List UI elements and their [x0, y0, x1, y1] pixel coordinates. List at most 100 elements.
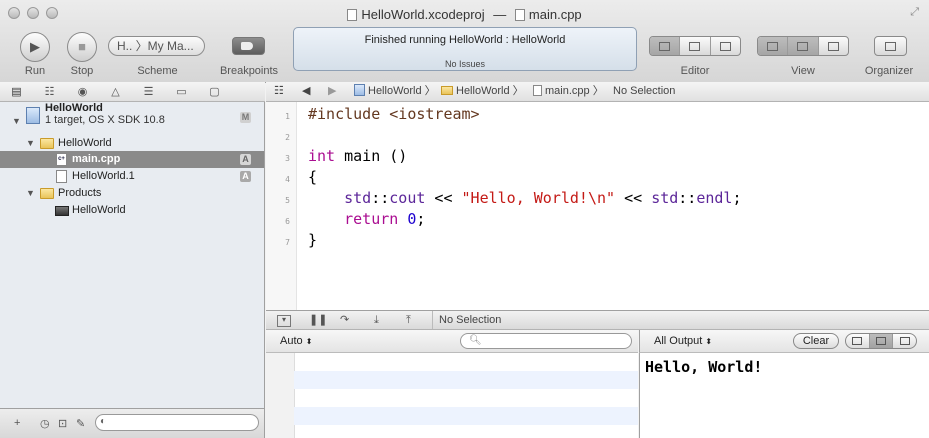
pause-icon[interactable]: ❚❚	[309, 311, 327, 329]
tree-item-label: HelloWorld.1	[72, 170, 135, 182]
scheme-popup[interactable]: H.. 〉My Ma...	[108, 36, 205, 56]
code-token: main ()	[335, 147, 408, 165]
file-row-main-cpp[interactable]: c+ main.cpp A	[0, 151, 264, 168]
standard-editor-button[interactable]	[650, 37, 681, 55]
view-segment	[757, 36, 849, 56]
code-token: <<	[615, 189, 652, 207]
line-number: 5	[285, 196, 290, 205]
symbol-navigator-tab[interactable]: ☷	[33, 85, 66, 98]
project-file-icon	[347, 9, 358, 21]
utilities-toggle[interactable]	[819, 37, 848, 55]
group-row-helloworld[interactable]: ▼ HelloWorld	[0, 135, 264, 152]
file-row-helloworld-1[interactable]: HelloWorld.1 A	[0, 168, 264, 185]
console-output-filter[interactable]: All Output ⬍	[654, 335, 712, 347]
table-row-stripe	[294, 371, 638, 389]
unsaved-filter-icon[interactable]: ✎	[76, 417, 85, 430]
line-number: 2	[285, 133, 290, 142]
debug-selection: No Selection	[432, 311, 501, 329]
code-token: ::	[678, 189, 697, 207]
issue-navigator-tab[interactable]: △	[99, 85, 132, 98]
split-pane-icon	[876, 337, 886, 345]
code-line: {	[308, 168, 317, 186]
show-variables-button[interactable]	[846, 334, 870, 348]
line-number-gutter[interactable]: 1 2 3 4 5 6 7	[266, 102, 297, 310]
show-both-button[interactable]	[869, 334, 894, 348]
cpp-file-icon: c+	[56, 153, 67, 166]
variables-pane-icon	[852, 337, 863, 345]
fullscreen-icon[interactable]: ⤢	[910, 6, 919, 19]
line-number: 6	[285, 217, 290, 226]
search-navigator-tab[interactable]: ◉	[66, 85, 99, 98]
status-message: Finished running HelloWorld : HelloWorld	[364, 34, 566, 46]
project-navigator-tab[interactable]: ▤	[0, 85, 33, 98]
title-project: HelloWorld.xcodeproj	[361, 7, 485, 22]
version-editor-icon	[719, 41, 731, 51]
folder-icon	[441, 86, 453, 95]
crumb-project[interactable]: HelloWorld 〉	[354, 82, 436, 101]
group-row-products[interactable]: ▼ Products	[0, 185, 264, 202]
disclosure-triangle-icon[interactable]: ▼	[26, 135, 35, 152]
navigator-filter-field[interactable]: ◐	[95, 414, 259, 431]
run-button[interactable]: ▶	[20, 32, 50, 62]
scm-filter-icon[interactable]: ⊡	[58, 417, 67, 430]
navigator-toggle[interactable]	[758, 37, 789, 55]
code-token: return	[344, 210, 399, 228]
step-into-icon[interactable]: ⤓	[374, 311, 379, 329]
stop-label: Stop	[70, 65, 94, 77]
back-arrow-icon[interactable]: ◀	[302, 82, 310, 101]
crumb-label: HelloWorld	[368, 85, 422, 97]
debug-view-segment	[845, 333, 917, 349]
disclosure-triangle-icon[interactable]: ▼	[12, 113, 21, 130]
show-console-button[interactable]	[893, 334, 916, 348]
issues-status: No Issues	[444, 59, 486, 69]
project-navigator: ▼ HelloWorld 1 target, OS X SDK 10.8 M ▼…	[0, 102, 265, 408]
variables-scope-popup[interactable]: Auto ⬍	[280, 335, 312, 347]
code-token: }	[308, 231, 318, 249]
breakpoint-navigator-tab[interactable]: ▭	[165, 85, 198, 98]
console-header: All Output ⬍ Clear	[639, 330, 929, 353]
editor-label: Editor	[680, 65, 710, 77]
crumb-file[interactable]: main.cpp 〉	[533, 82, 604, 101]
assistant-editor-button[interactable]	[680, 37, 711, 55]
organizer-button[interactable]	[874, 36, 907, 56]
forward-arrow-icon[interactable]: ▶	[328, 82, 336, 101]
executable-icon	[55, 206, 69, 216]
line-number: 3	[285, 154, 290, 163]
disclosure-triangle-icon[interactable]: ▼	[26, 185, 35, 202]
add-icon[interactable]: +	[14, 417, 20, 429]
crumb-symbol[interactable]: No Selection	[613, 82, 675, 101]
variables-header: Auto ⬍ 🔍︎	[266, 330, 638, 353]
scope-label: Auto	[280, 335, 303, 347]
breakpoints-toggle[interactable]	[232, 37, 265, 55]
stop-button[interactable]: ■	[67, 32, 97, 62]
debug-area-toggle[interactable]	[788, 37, 819, 55]
debug-bar: ▾ ❚❚ ↷ ⤓ ⤒ No Selection	[266, 310, 929, 330]
added-badge: A	[240, 154, 251, 165]
code-token: {	[308, 168, 318, 186]
step-out-icon[interactable]: ⤒	[406, 311, 411, 329]
version-editor-button[interactable]	[711, 37, 740, 55]
clear-console-button[interactable]: Clear	[793, 333, 839, 349]
scheme-label: Scheme	[137, 65, 178, 77]
debug-navigator-tab[interactable]: ☰	[132, 85, 165, 98]
hide-debug-area-icon[interactable]: ▾	[277, 315, 291, 327]
recent-files-icon[interactable]: ◷	[40, 417, 50, 430]
project-row[interactable]: ▼ HelloWorld 1 target, OS X SDK 10.8 M	[0, 102, 264, 132]
step-over-icon[interactable]: ↷	[340, 311, 349, 329]
organizer-label: Organizer	[864, 65, 914, 77]
search-icon: 🔍︎	[469, 335, 482, 346]
related-items-icon[interactable]: ☷	[274, 82, 284, 101]
console-view[interactable]: Hello, World!	[639, 353, 929, 438]
variables-view[interactable]	[266, 353, 638, 438]
source-editor[interactable]: 1234567 #include <iostream> int main (){ …	[266, 102, 929, 310]
product-row-helloworld[interactable]: HelloWorld	[0, 202, 264, 219]
console-output: Hello, World!	[645, 358, 763, 376]
variables-search-field[interactable]: 🔍︎	[460, 333, 632, 349]
toolbar: HelloWorld.xcodeproj — main.cpp ⤢ ▶ Run …	[0, 0, 929, 83]
log-navigator-tab[interactable]: ▢	[198, 85, 231, 98]
assistant-editor-icon	[689, 41, 701, 51]
title-file: main.cpp	[528, 7, 582, 22]
crumb-group[interactable]: HelloWorld 〉	[441, 82, 524, 101]
